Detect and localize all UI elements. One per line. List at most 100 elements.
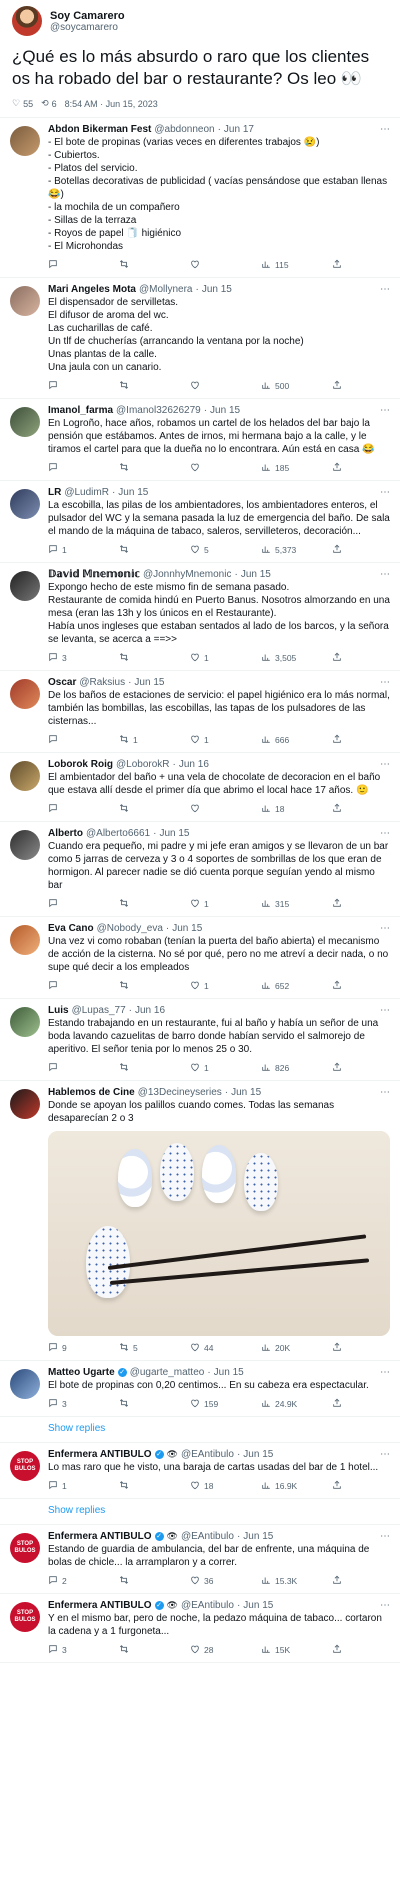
- retweet-button[interactable]: [119, 980, 157, 992]
- share-button[interactable]: [332, 1480, 370, 1492]
- more-options-icon[interactable]: ⋯: [380, 923, 390, 934]
- avatar[interactable]: [10, 286, 40, 316]
- reply-button[interactable]: [48, 803, 86, 815]
- avatar[interactable]: [10, 1369, 40, 1399]
- more-options-icon[interactable]: ⋯: [380, 124, 390, 135]
- views-button[interactable]: 15K: [261, 1644, 299, 1656]
- more-options-icon[interactable]: ⋯: [380, 677, 390, 688]
- like-button[interactable]: 159: [190, 1398, 228, 1410]
- author-name[interactable]: Loborok Roig: [48, 759, 113, 770]
- avatar[interactable]: [12, 6, 42, 36]
- author-handle[interactable]: @Nobody_eva: [97, 923, 163, 934]
- share-button[interactable]: [332, 803, 370, 815]
- share-button[interactable]: [332, 1575, 370, 1587]
- reply-button[interactable]: [48, 898, 86, 910]
- retweet-button[interactable]: [119, 462, 157, 474]
- like-button[interactable]: [190, 803, 228, 815]
- reply-button[interactable]: [48, 1062, 86, 1074]
- like-button[interactable]: 5: [190, 544, 228, 556]
- tweet-date[interactable]: Jun 15: [241, 569, 271, 580]
- more-options-icon[interactable]: ⋯: [380, 487, 390, 498]
- avatar[interactable]: [10, 489, 40, 519]
- avatar[interactable]: [10, 830, 40, 860]
- author-name[interactable]: LR: [48, 487, 61, 498]
- author-handle[interactable]: @Lupas_77: [72, 1005, 126, 1016]
- retweet-button[interactable]: [119, 803, 157, 815]
- views-button[interactable]: 500: [261, 380, 299, 392]
- reply-button[interactable]: 3: [48, 1398, 86, 1410]
- like-button[interactable]: 36: [190, 1575, 228, 1587]
- avatar[interactable]: [10, 1007, 40, 1037]
- retweet-button[interactable]: [119, 380, 157, 392]
- show-replies-link[interactable]: Show replies: [0, 1499, 400, 1525]
- more-options-icon[interactable]: ⋯: [380, 1087, 390, 1098]
- author-name[interactable]: Matteo Ugarte: [48, 1367, 115, 1378]
- author-handle[interactable]: @13Decineyseries: [138, 1087, 222, 1098]
- reply-button[interactable]: [48, 734, 86, 746]
- avatar[interactable]: STOP BULOS: [10, 1451, 40, 1481]
- more-options-icon[interactable]: ⋯: [380, 1367, 390, 1378]
- more-options-icon[interactable]: ⋯: [380, 1005, 390, 1016]
- timestamp[interactable]: 8:54 AM · Jun 15, 2023: [65, 99, 158, 109]
- more-options-icon[interactable]: ⋯: [380, 284, 390, 295]
- share-button[interactable]: [332, 380, 370, 392]
- reply-button[interactable]: [48, 462, 86, 474]
- tweet-date[interactable]: Jun 15: [243, 1600, 273, 1611]
- author-handle[interactable]: @ugarte_matteo: [130, 1367, 205, 1378]
- retweet-button[interactable]: [119, 544, 157, 556]
- author-handle[interactable]: @LoborokR: [116, 759, 170, 770]
- tweet-date[interactable]: Jun 15: [214, 1367, 244, 1378]
- like-button[interactable]: 18: [190, 1480, 228, 1492]
- tweet-date[interactable]: Jun 15: [243, 1449, 273, 1460]
- tweet-date[interactable]: Jun 16: [179, 759, 209, 770]
- author-handle[interactable]: @LudimR: [64, 487, 109, 498]
- avatar[interactable]: [10, 407, 40, 437]
- like-button[interactable]: 1: [190, 652, 228, 664]
- share-button[interactable]: [332, 734, 370, 746]
- retweet-button[interactable]: [119, 1062, 157, 1074]
- author-name[interactable]: Alberto: [48, 828, 83, 839]
- like-button[interactable]: [190, 380, 228, 392]
- author-name[interactable]: Luis: [48, 1005, 69, 1016]
- share-button[interactable]: [332, 1644, 370, 1656]
- avatar[interactable]: STOP BULOS: [10, 1533, 40, 1563]
- share-button[interactable]: [332, 652, 370, 664]
- retweet-button[interactable]: [119, 1575, 157, 1587]
- author-name[interactable]: Soy Camarero: [50, 10, 125, 22]
- views-button[interactable]: 652: [261, 980, 299, 992]
- views-button[interactable]: 24.9K: [261, 1398, 299, 1410]
- like-button[interactable]: 44: [190, 1342, 228, 1354]
- reply-button[interactable]: 3: [48, 652, 86, 664]
- retweet-button[interactable]: [119, 898, 157, 910]
- author-handle[interactable]: @abdonneon: [154, 124, 214, 135]
- retweet-button[interactable]: [119, 259, 157, 271]
- like-button[interactable]: 1: [190, 1062, 228, 1074]
- tweet-date[interactable]: Jun 15: [202, 284, 232, 295]
- tweet-date[interactable]: Jun 15: [172, 923, 202, 934]
- like-button[interactable]: 1: [190, 898, 228, 910]
- more-options-icon[interactable]: ⋯: [380, 1600, 390, 1611]
- reply-button[interactable]: 3: [48, 1644, 86, 1656]
- share-button[interactable]: [332, 1062, 370, 1074]
- tweet-photo[interactable]: [48, 1131, 390, 1336]
- share-button[interactable]: [332, 544, 370, 556]
- retweet-button[interactable]: 5: [119, 1342, 157, 1354]
- author-name[interactable]: Enfermera ANTIBULO: [48, 1449, 152, 1460]
- author-handle[interactable]: @EAntibulo: [181, 1531, 234, 1542]
- author-name[interactable]: Imanol_farma: [48, 405, 113, 416]
- tweet-date[interactable]: Jun 16: [135, 1005, 165, 1016]
- tweet-date[interactable]: Jun 15: [210, 405, 240, 416]
- share-button[interactable]: [332, 462, 370, 474]
- views-button[interactable]: 315: [261, 898, 299, 910]
- avatar[interactable]: [10, 126, 40, 156]
- author-handle[interactable]: @Raksius: [79, 677, 125, 688]
- views-button[interactable]: 826: [261, 1062, 299, 1074]
- views-button[interactable]: 20K: [261, 1342, 299, 1354]
- views-button[interactable]: 5,373: [261, 544, 299, 556]
- like-button[interactable]: 1: [190, 734, 228, 746]
- views-button[interactable]: 3,505: [261, 652, 299, 664]
- share-button[interactable]: [332, 1398, 370, 1410]
- share-button[interactable]: [332, 898, 370, 910]
- avatar[interactable]: [10, 761, 40, 791]
- author-name[interactable]: Eva Cano: [48, 923, 94, 934]
